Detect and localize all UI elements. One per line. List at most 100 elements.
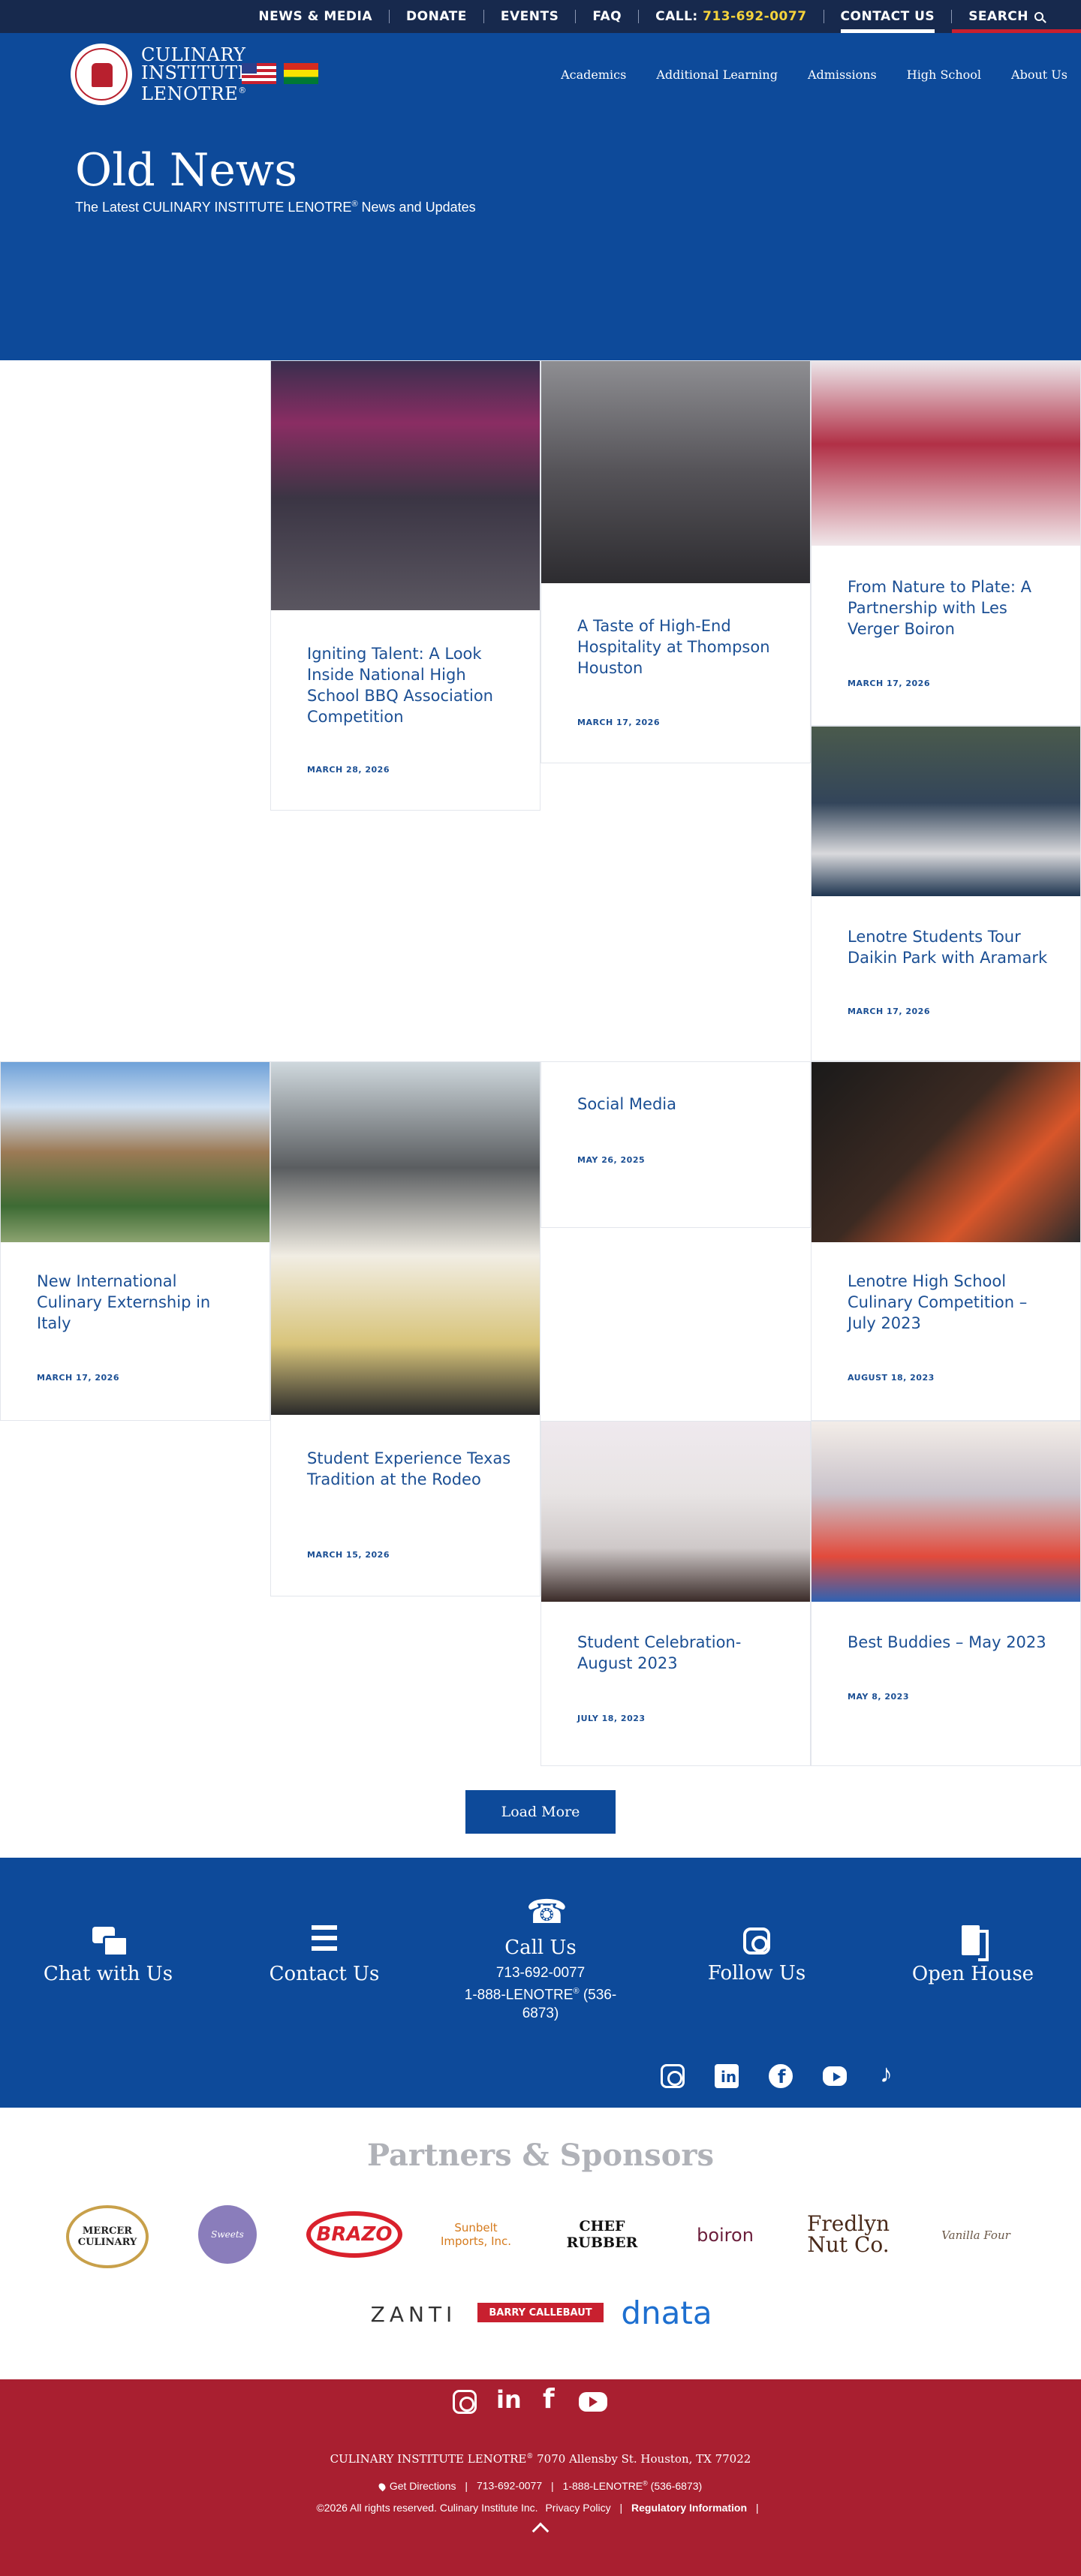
search-label: SEARCH (968, 9, 1028, 24)
instagram-icon (743, 1927, 770, 1955)
news-card[interactable]: Lenotre High School Culinary Competition… (811, 1061, 1081, 1421)
news-photo (812, 727, 1080, 896)
news-card[interactable]: From Nature to Plate: A Partnership with… (811, 360, 1081, 726)
youtube-icon[interactable] (823, 2066, 847, 2086)
follow-us-link[interactable]: Follow Us (682, 1927, 832, 1985)
news-card[interactable]: A Taste of High-End Hospitality at Thomp… (540, 360, 811, 763)
youtube-icon[interactable] (579, 2392, 607, 2412)
news-photo (271, 361, 540, 610)
search-button[interactable]: SEARCH (952, 9, 1081, 33)
news-title: A Taste of High-End Hospitality at Thomp… (577, 617, 770, 677)
donate-link[interactable]: DONATE (390, 9, 483, 24)
regulatory-info-link[interactable]: Regulatory Information (631, 2502, 747, 2514)
mercer-logo[interactable]: MERCER CULINARY (66, 2205, 149, 2268)
nav-about-us[interactable]: About Us (1011, 68, 1067, 82)
divider: | (755, 2502, 759, 2514)
contact-us-cta-link[interactable]: Contact Us (249, 1925, 399, 1985)
footer-phone-2-pre: 1-888-LENOTRE (562, 2479, 643, 2492)
news-card[interactable]: Best Buddies – May 2023 MAY 8, 2023 (811, 1421, 1081, 1766)
call-number: 713-692-0077 (703, 9, 807, 24)
call-us-link[interactable]: Call Us 713-692-0077 1-888-LENOTRE® (536… (443, 1893, 638, 2023)
barry-callebaut-logo[interactable]: BARRY CALLEBAUT (477, 2303, 604, 2322)
footer-phone-2-mark: ® (643, 2479, 648, 2487)
news-card[interactable]: Lenotre Students Tour Daikin Park with A… (811, 726, 1081, 1061)
seal-mark (75, 48, 128, 101)
news-card[interactable]: Social Media MAY 26, 2025 (540, 1061, 811, 1228)
footer-phone-1[interactable]: 713-692-0077 (477, 2480, 542, 2492)
utility-links: NEWS & MEDIA DONATE EVENTS FAQ CALL: 713… (242, 0, 1081, 33)
brazo-logo[interactable]: BRAZO (306, 2211, 402, 2258)
logo-line-3: LENOTRE® (141, 82, 251, 103)
dnata-logo[interactable]: dnata (619, 2294, 715, 2331)
vanilla-logo[interactable]: Vanilla Four (929, 2220, 1022, 2250)
footer-phone-2[interactable]: 1-888-LENOTRE® (536-6873) (562, 2479, 703, 2492)
nav-additional-learning[interactable]: Additional Learning (656, 68, 778, 82)
news-title: Student Experience Texas Tradition at th… (307, 1449, 511, 1488)
page-subtitle: The Latest CULINARY INSTITUTE LENOTRE® N… (75, 200, 476, 215)
news-date: MARCH 17, 2026 (577, 718, 660, 727)
nav-high-school[interactable]: High School (907, 68, 981, 82)
instagram-icon[interactable] (453, 2390, 477, 2414)
faq-link[interactable]: FAQ (576, 9, 638, 24)
footer-contact-line: Get Directions | 713-692-0077 | 1-888-LE… (0, 2479, 1081, 2492)
facebook-icon[interactable] (537, 2384, 561, 2415)
linkedin-icon[interactable] (495, 2385, 522, 2414)
map-pin-icon (377, 2481, 387, 2492)
english-flag-icon[interactable] (242, 63, 276, 84)
footer-social-links (453, 2384, 625, 2415)
site-logo[interactable]: CULINARY INSTITUTE LENOTRE® (71, 44, 251, 105)
news-card[interactable]: Student Celebration- August 2023 JULY 18… (540, 1421, 811, 1766)
zanti-logo[interactable]: ZANTI (365, 2295, 462, 2333)
nav-academics[interactable]: Academics (561, 68, 626, 82)
call-link[interactable]: CALL: 713-692-0077 (639, 9, 823, 24)
events-link[interactable]: EVENTS (484, 9, 575, 24)
privacy-policy-link[interactable]: Privacy Policy (545, 2502, 610, 2514)
subtitle-post: News and Updates (357, 200, 476, 215)
contact-us-link[interactable]: CONTACT US (824, 9, 952, 33)
sunbelt-logo[interactable]: Sunbelt Imports, Inc. (429, 2216, 522, 2253)
news-card[interactable]: New International Culinary Externship in… (0, 1061, 270, 1421)
tiktok-icon[interactable] (877, 2060, 901, 2089)
footer-phone-2-post: (536-6873) (647, 2479, 703, 2492)
logo-registered-mark: ® (238, 86, 247, 95)
news-date: JULY 18, 2023 (577, 1714, 646, 1723)
chef-rubber-logo[interactable]: CHEF RUBBER (548, 2217, 656, 2252)
instagram-icon[interactable] (661, 2064, 685, 2088)
spanish-flag-icon[interactable] (284, 63, 318, 84)
load-more-button[interactable]: Load More (465, 1790, 616, 1834)
logo-line-1: CULINARY (141, 44, 246, 65)
call-number-2-post: (536- (579, 1987, 617, 2003)
news-photo (541, 1422, 810, 1602)
news-title: Best Buddies – May 2023 (848, 1633, 1046, 1651)
call-number-1: 713-692-0077 (495, 1965, 586, 1981)
sweets-logo[interactable]: Sweets (198, 2205, 257, 2264)
news-date: MARCH 28, 2026 (307, 765, 390, 775)
linkedin-icon[interactable] (715, 2064, 739, 2088)
get-directions-link[interactable]: Get Directions (377, 2480, 456, 2492)
nav-admissions[interactable]: Admissions (808, 68, 877, 82)
news-card[interactable]: Igniting Talent: A Look Inside National … (270, 360, 540, 811)
news-title: Social Media (577, 1095, 677, 1113)
news-photo (812, 1062, 1080, 1242)
logo-wordmark: CULINARY INSTITUTE LENOTRE® (141, 46, 251, 103)
open-house-link[interactable]: Open House (898, 1925, 1048, 1985)
search-icon (1034, 12, 1043, 21)
logo-line-2: INSTITUTE (141, 62, 251, 83)
news-date: MARCH 17, 2026 (848, 679, 930, 688)
copyright-text: ©2026 All rights reserved. Culinary Inst… (316, 2502, 538, 2514)
news-title: Lenotre High School Culinary Competition… (848, 1272, 1028, 1332)
chat-with-us-link[interactable]: Chat with Us (33, 1925, 183, 1985)
contact-form-icon (312, 1925, 337, 1955)
news-date: MAY 26, 2025 (577, 1155, 646, 1165)
facebook-icon[interactable] (769, 2064, 793, 2088)
fredlyn-logo[interactable]: Fredlyn Nut Co. (788, 2201, 908, 2268)
main-nav: Academics Additional Learning Admissions… (531, 68, 1067, 82)
boiron-logo[interactable]: boiron (679, 2217, 772, 2253)
phone-icon (523, 1893, 568, 1931)
news-card[interactable]: Student Experience Texas Tradition at th… (270, 1061, 540, 1596)
news-title: Igniting Talent: A Look Inside National … (307, 645, 493, 726)
news-photo (1, 1062, 269, 1242)
open-house-label: Open House (911, 1963, 1034, 1985)
subtitle-registered-mark: ® (351, 200, 358, 209)
news-media-link[interactable]: NEWS & MEDIA (242, 9, 389, 24)
